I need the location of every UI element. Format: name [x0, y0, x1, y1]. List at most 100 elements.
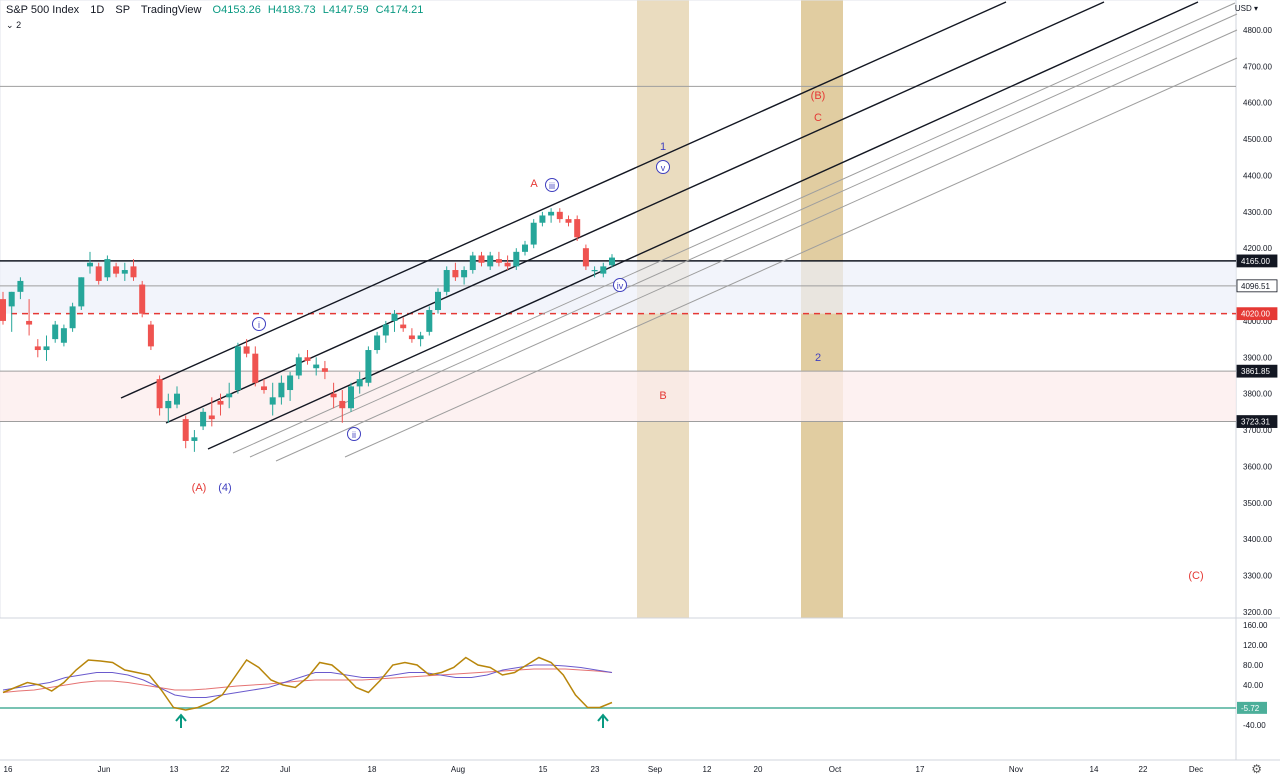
candle [139, 280, 146, 318]
candle [443, 266, 450, 296]
time-tick: 18 [368, 765, 377, 774]
candle-body [348, 386, 354, 409]
exchange-label: SP [115, 4, 131, 16]
candle-body [565, 219, 572, 223]
candle-body [200, 411, 207, 427]
chart-window: 1 v (B) C Aiii iv i 2 Bii (A) (4) (C) 4800.00 4700.0… [0, 0, 1280, 779]
candle-body [478, 255, 485, 263]
candle-body [365, 350, 372, 383]
candle [365, 346, 372, 387]
oscillator-value-label: -5.72 [1237, 701, 1267, 714]
candle-body [147, 324, 154, 347]
candle-body [382, 324, 389, 336]
candle-body [339, 400, 346, 409]
wave-label: 1 [660, 141, 666, 153]
oscillator-tick: 120.00 [1243, 641, 1268, 650]
price-label-text: 4020.00 [1241, 310, 1270, 319]
wave-text: (4) [218, 482, 231, 494]
symbol-name[interactable]: S&P 500 Index [6, 4, 79, 16]
price-label-text: 3861.85 [1241, 367, 1270, 376]
interval-label[interactable]: 1D [90, 4, 104, 16]
candle [548, 208, 555, 223]
candle [382, 320, 389, 343]
price-label-text: 4165.00 [1241, 257, 1270, 266]
price-label-text: 3723.31 [1241, 418, 1270, 427]
candle [426, 306, 433, 336]
price-label: 4096.51 [1236, 279, 1278, 293]
oscillator-tick: 160.00 [1243, 621, 1268, 630]
candle [78, 277, 85, 311]
wave-text: 2 [815, 352, 821, 364]
time-tick: 16 [4, 765, 13, 774]
time-tick: Jun [98, 765, 111, 774]
indicator-toggle[interactable]: ⌄ 2 [6, 20, 21, 31]
currency-selector[interactable]: USD ▾ [1235, 4, 1258, 13]
candle-body [243, 346, 250, 354]
wave-label: (A) [192, 482, 207, 494]
oscillator-tick: 80.00 [1243, 661, 1264, 670]
candle [304, 350, 311, 365]
price-tick: 4700.00 [1243, 62, 1272, 71]
candle [147, 320, 154, 351]
oscillator-value-text: -5.72 [1241, 704, 1260, 713]
candle-body [69, 306, 76, 329]
gear-icon[interactable]: ⚙ [1251, 762, 1262, 776]
wave-text: 1 [660, 141, 666, 153]
high-value: H4183.73 [267, 4, 316, 16]
wave-label: v [656, 160, 670, 174]
chevron-down-icon: ▾ [1253, 4, 1258, 13]
time-tick: 13 [170, 765, 179, 774]
price-tick: 4300.00 [1243, 208, 1272, 217]
candle-body [104, 259, 111, 278]
candle-body [574, 219, 581, 238]
candle-body [304, 357, 311, 361]
candle [400, 317, 407, 332]
wave-label: C [814, 112, 822, 124]
price-tick: 4200.00 [1243, 244, 1272, 253]
candle-body [234, 346, 241, 391]
price-tick: 3200.00 [1243, 608, 1272, 617]
candle-body [426, 310, 433, 332]
wave-label: iv [613, 278, 627, 292]
candle [34, 339, 41, 358]
source-label: TradingView [140, 4, 202, 16]
candle-body [591, 270, 598, 272]
candle-body [139, 284, 146, 314]
wave-label: (4) [218, 482, 231, 494]
candle-body [269, 397, 276, 405]
candle [243, 339, 250, 358]
candle-body [417, 335, 424, 340]
time-tick: Aug [451, 765, 465, 774]
currency-label: USD [1234, 4, 1252, 13]
candle-body [321, 368, 328, 372]
wave-text: iii [549, 181, 555, 191]
candle-body [513, 251, 520, 267]
wave-label: A [530, 178, 538, 190]
time-tick: 15 [539, 765, 548, 774]
candle-body [556, 211, 563, 220]
up-arrow-icon [597, 713, 609, 728]
candle-body [278, 382, 285, 398]
candle-body [609, 257, 615, 266]
candle-body [582, 248, 589, 267]
candle-body [469, 255, 476, 271]
price-chart[interactable]: 1 v (B) C A iii iv i 2 Bii (A) (4) (C) 4800.00 4700.0… [0, 0, 1280, 779]
channel-line [120, 1, 1007, 399]
price-tick: 3500.00 [1243, 499, 1272, 508]
candle [565, 215, 572, 227]
wave-text: i [258, 320, 260, 330]
candle-body [182, 419, 189, 441]
price-label: 4165.00 [1236, 254, 1278, 268]
candle-body [52, 324, 59, 340]
candle-body [121, 270, 128, 274]
time-tick: Oct [829, 765, 842, 774]
candle-body [287, 375, 294, 391]
oscillator-gold-line [2, 656, 613, 711]
price-tick: 3900.00 [1243, 353, 1272, 362]
oscillator-tick: 40.00 [1243, 681, 1264, 690]
time-tick: 20 [754, 765, 763, 774]
time-tick: Nov [1009, 765, 1023, 774]
candle-body [87, 262, 93, 267]
price-label: 3723.31 [1236, 415, 1278, 428]
candle-body [191, 437, 198, 441]
